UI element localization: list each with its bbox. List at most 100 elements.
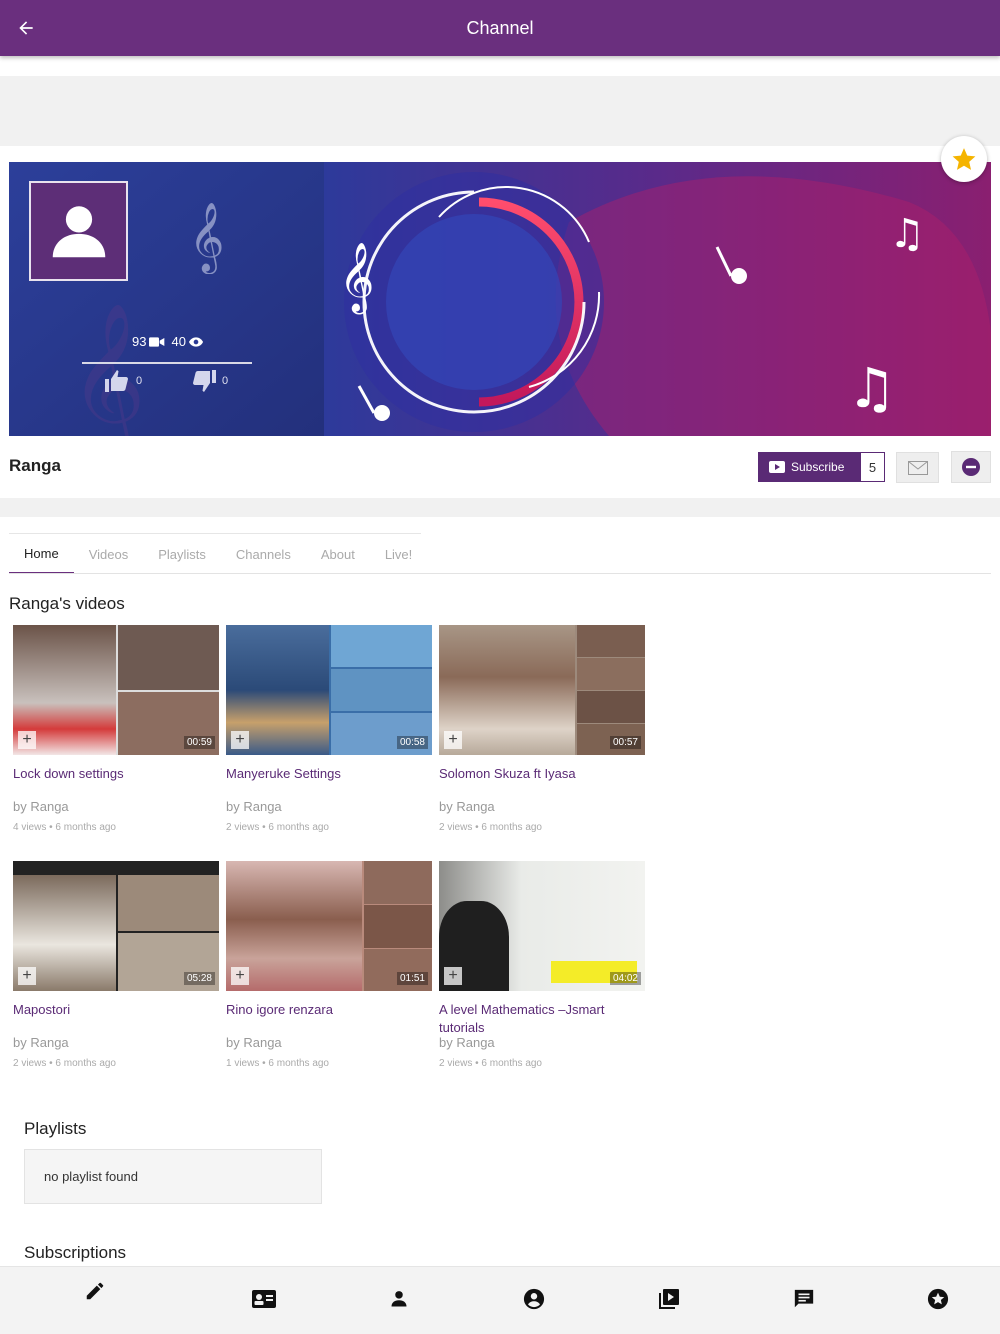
tab-home[interactable]: Home	[9, 534, 74, 574]
nav-videos[interactable]	[651, 1281, 687, 1317]
video-author[interactable]: by Ranga	[13, 1035, 69, 1050]
account-circle-icon	[523, 1288, 545, 1310]
block-button[interactable]	[951, 451, 991, 483]
dislike-count: 0	[222, 375, 229, 387]
edit-icon	[86, 1282, 104, 1300]
chat-icon	[794, 1289, 814, 1308]
video-title[interactable]: Mapostori	[13, 1001, 219, 1019]
playlists-title: Playlists	[24, 1119, 87, 1138]
subscriptions-title: Subscriptions	[24, 1243, 127, 1262]
video-count: 93	[132, 334, 165, 349]
tab-live[interactable]: Live!	[370, 534, 427, 574]
dislike-button[interactable]: 0	[192, 370, 228, 392]
video-card[interactable]: + 04:02 A level Mathematics –Jsmart tuto…	[439, 861, 645, 1037]
video-card[interactable]: + 01:51 Rino igore renzara	[226, 861, 432, 1019]
video-title[interactable]: Lock down settings	[13, 765, 219, 783]
playlists-empty: no playlist found	[24, 1149, 322, 1204]
channel-avatar[interactable]	[29, 181, 128, 281]
like-button[interactable]: 0	[104, 370, 142, 392]
message-button[interactable]	[896, 452, 939, 483]
channel-tabs: Home Videos Playlists Channels About Liv…	[9, 533, 421, 574]
page-title: Channel	[466, 17, 534, 38]
contact-card-icon	[252, 1290, 276, 1308]
video-thumbnail[interactable]: + 04:02	[439, 861, 645, 991]
subscriber-count: 5	[860, 452, 885, 482]
video-thumbnail[interactable]: + 00:58	[226, 625, 432, 755]
video-title[interactable]: Manyeruke Settings	[226, 765, 432, 783]
video-duration: 00:59	[183, 736, 215, 749]
video-card[interactable]: + 00:59 Lock down settings	[13, 625, 219, 783]
svg-text:♫: ♫	[889, 211, 925, 257]
svg-text:♫: ♫	[847, 356, 896, 420]
stats-divider	[82, 362, 252, 364]
video-card[interactable]: + 00:58 Manyeruke Settings	[226, 625, 432, 783]
add-to-queue-button[interactable]: +	[444, 967, 462, 985]
top-spacer	[0, 76, 1000, 146]
add-to-queue-button[interactable]: +	[231, 967, 249, 985]
thumbs-up-icon	[105, 370, 128, 392]
video-thumbnail[interactable]: + 00:59	[13, 625, 219, 755]
subscribe-group: Subscribe 5	[758, 452, 885, 482]
video-title[interactable]: A level Mathematics –Jsmart tutorials	[439, 1001, 645, 1037]
video-author[interactable]: by Ranga	[439, 799, 495, 814]
envelope-icon	[907, 460, 928, 475]
tab-channels[interactable]: Channels	[221, 534, 306, 574]
video-author[interactable]: by Ranga	[226, 1035, 282, 1050]
view-count: 40	[171, 334, 203, 349]
add-to-queue-button[interactable]: +	[18, 967, 36, 985]
video-meta: 2 views • 6 months ago	[439, 1058, 542, 1069]
tab-videos[interactable]: Videos	[74, 534, 144, 574]
add-to-queue-button[interactable]: +	[231, 731, 249, 749]
eye-icon	[188, 336, 203, 347]
svg-text:𝄞: 𝄞	[69, 301, 146, 436]
video-card[interactable]: + 00:57 Solomon Skuza ft Iyasa	[439, 625, 645, 783]
play-icon	[769, 461, 785, 473]
add-to-queue-button[interactable]: +	[18, 731, 36, 749]
back-button[interactable]	[8, 10, 44, 46]
nav-contacts[interactable]	[246, 1281, 282, 1317]
nav-edit[interactable]	[77, 1273, 113, 1309]
video-duration: 00:57	[609, 736, 641, 749]
star-icon	[952, 148, 976, 170]
video-duration: 05:28	[183, 972, 215, 985]
video-camera-icon	[149, 336, 165, 347]
favorite-button[interactable]	[941, 136, 987, 182]
person-icon	[391, 1291, 407, 1307]
video-meta: 1 views • 6 months ago	[226, 1058, 329, 1069]
tab-about[interactable]: About	[306, 534, 370, 574]
channel-name: Ranga	[9, 456, 61, 475]
nav-favorites[interactable]	[920, 1281, 956, 1317]
video-count-value: 93	[132, 334, 147, 349]
add-to-queue-button[interactable]: +	[444, 731, 462, 749]
app-bar: Channel	[0, 0, 1000, 56]
video-title[interactable]: Solomon Skuza ft Iyasa	[439, 765, 645, 783]
bottom-navigation	[0, 1266, 1000, 1334]
video-card[interactable]: + 05:28 Mapostori	[13, 861, 219, 1019]
video-author[interactable]: by Ranga	[13, 799, 69, 814]
video-author[interactable]: by Ranga	[226, 799, 282, 814]
nav-account[interactable]	[516, 1281, 552, 1317]
video-title[interactable]: Rino igore renzara	[226, 1001, 432, 1019]
nav-messages[interactable]	[786, 1281, 822, 1317]
video-meta: 2 views • 6 months ago	[226, 822, 329, 833]
video-thumbnail[interactable]: + 00:57	[439, 625, 645, 755]
tab-playlists[interactable]: Playlists	[143, 534, 221, 574]
video-meta: 2 views • 6 months ago	[439, 822, 542, 833]
video-author[interactable]: by Ranga	[439, 1035, 495, 1050]
subscribe-button[interactable]: Subscribe	[758, 452, 860, 482]
thumbs-down-icon	[193, 370, 216, 392]
video-thumbnail[interactable]: + 05:28	[13, 861, 219, 991]
tabs-divider	[9, 573, 991, 574]
video-duration: 00:58	[396, 736, 428, 749]
subscribe-label: Subscribe	[791, 460, 845, 474]
video-thumbnail[interactable]: + 01:51	[226, 861, 432, 991]
like-count: 0	[136, 375, 143, 387]
star-circle-icon	[927, 1288, 949, 1310]
video-meta: 4 views • 6 months ago	[13, 822, 116, 833]
video-library-icon	[659, 1289, 679, 1309]
nav-profile[interactable]	[381, 1281, 417, 1317]
video-duration: 01:51	[396, 972, 428, 985]
user-silhouette-icon	[52, 206, 105, 258]
videos-section-title: Ranga's videos	[9, 594, 125, 613]
section-spacer	[0, 498, 1000, 517]
